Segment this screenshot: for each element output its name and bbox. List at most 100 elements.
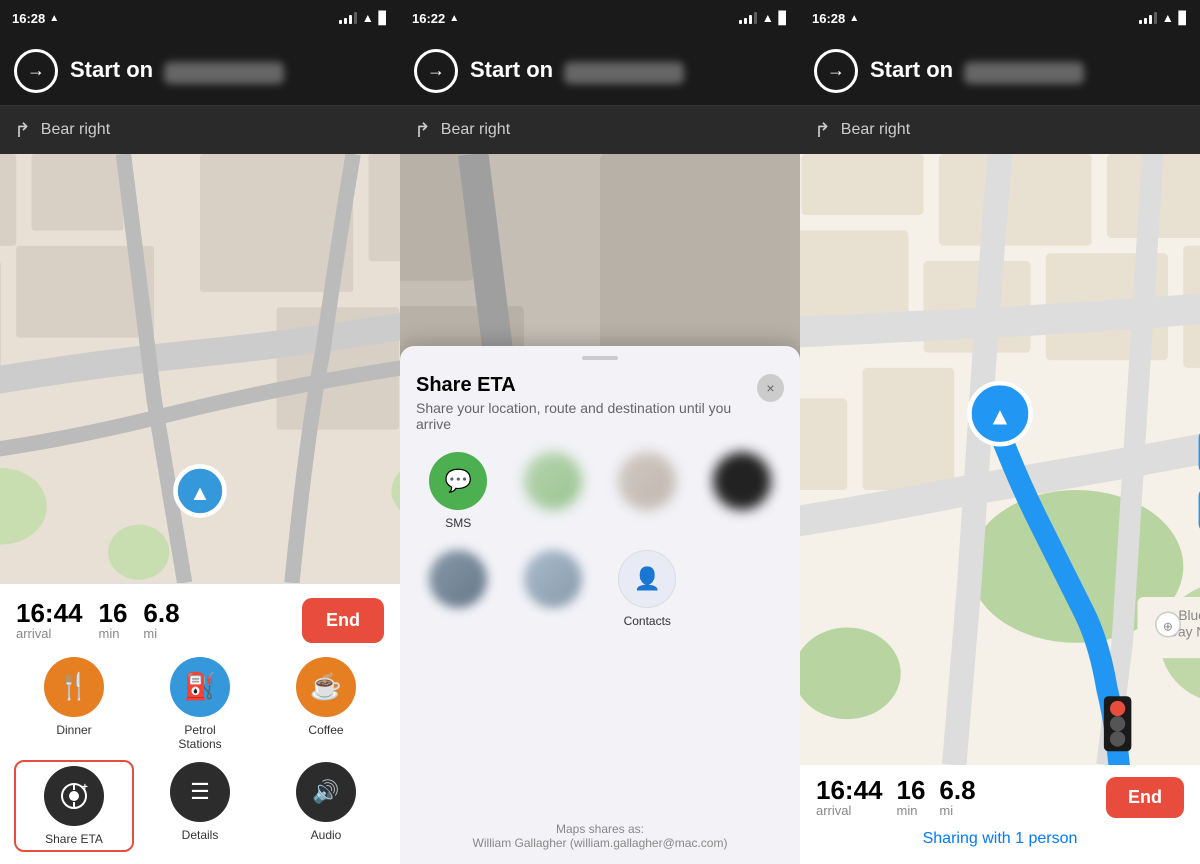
- right-trip-info: 16:44 arrival 16 min 6.8 mi End: [816, 777, 1184, 818]
- nav-icon-2: [414, 49, 458, 93]
- contacts-row-1: 💬 SMS: [400, 442, 800, 540]
- map-svg-1: ▲: [0, 154, 400, 583]
- duration-stat-1: 16 min: [99, 600, 128, 641]
- battery-icon-1: ▊: [379, 11, 388, 25]
- action-dinner-1[interactable]: 🍴 Dinner: [16, 657, 132, 752]
- end-button-1[interactable]: End: [302, 598, 384, 643]
- nav-header-3: Start on: [800, 36, 1200, 106]
- wifi-icon-3: ▲: [1162, 11, 1174, 25]
- distance-stat-1: 6.8 mi: [143, 600, 179, 641]
- bear-right-icon-2: ↱: [414, 118, 431, 143]
- right-distance-stat: 6.8 mi: [939, 777, 975, 818]
- action-petrol-1[interactable]: ⛽ PetrolStations: [142, 657, 258, 752]
- contact-photo-2[interactable]: [511, 550, 596, 628]
- wifi-icon-1: ▲: [362, 11, 374, 25]
- nav-icon-3: [814, 49, 858, 93]
- audio-label-1: Audio: [311, 828, 342, 842]
- bottom-panel-1: 16:44 arrival 16 min 6.8 mi End 🍴 Dinner…: [0, 583, 400, 864]
- contact-blurred-2[interactable]: [605, 452, 690, 530]
- modal-title-group: Share ETA Share your location, route and…: [416, 374, 757, 432]
- nav-icon-1: [14, 49, 58, 93]
- nav-header-1: Start on: [0, 36, 400, 106]
- wifi-icon-2: ▲: [762, 11, 774, 25]
- signal-icon-1: [339, 12, 357, 24]
- arrival-stat-1: 16:44 arrival: [16, 600, 83, 641]
- status-time-3: 16:28 ▲: [812, 11, 859, 26]
- nav-street-2: [564, 62, 684, 84]
- bear-right-icon-1: ↱: [14, 118, 31, 143]
- sms-label: SMS: [445, 516, 471, 530]
- panel-3: 16:28 ▲ ▲ ▊ Start on ↱ Bear right: [800, 0, 1200, 864]
- status-icons-1: ▲ ▊: [339, 11, 388, 25]
- share-eta-icon-1: +: [44, 766, 104, 826]
- contact-photo-1[interactable]: [416, 550, 501, 628]
- contact-contacts[interactable]: 👤 Contacts: [605, 550, 690, 628]
- action-share-eta-1[interactable]: + Share ETA: [16, 762, 132, 850]
- map-area-1: ▲: [0, 154, 400, 583]
- photo-avatar-1: [429, 550, 487, 608]
- right-end-button[interactable]: End: [1106, 777, 1184, 818]
- svg-text:Bluebells: Bluebells: [1178, 608, 1200, 623]
- coffee-icon-1: ☕: [296, 657, 356, 717]
- nav-title-3: Start on: [870, 57, 1084, 84]
- petrol-label-1: PetrolStations: [178, 723, 221, 752]
- nav-title-1: Start on: [70, 57, 284, 84]
- modal-close-button[interactable]: ×: [757, 374, 784, 402]
- svg-text:+: +: [82, 782, 88, 793]
- location-arrow-2: ▲: [449, 13, 459, 24]
- time-display-2: 16:22: [412, 11, 445, 26]
- location-arrow-1: ▲: [49, 13, 59, 24]
- dinner-icon-1: 🍴: [44, 657, 104, 717]
- status-bar-3: 16:28 ▲ ▲ ▊: [800, 0, 1200, 36]
- right-bottom: 16:44 arrival 16 min 6.8 mi End Sharing …: [800, 765, 1200, 864]
- sub-nav-2: ↱ Bear right: [400, 106, 800, 154]
- contact-blurred-1[interactable]: [511, 452, 596, 530]
- footer-text-2: William Gallagher (william.gallagher@mac…: [416, 836, 784, 850]
- sharing-text[interactable]: Sharing with 1 person: [816, 826, 1184, 856]
- panel-1: 16:28 ▲ ▲ ▊ Start on ↱ Bear right: [0, 0, 400, 864]
- action-details-1[interactable]: ☰ Details: [142, 762, 258, 850]
- sms-avatar: 💬: [429, 452, 487, 510]
- svg-text:▲: ▲: [189, 481, 210, 505]
- photo-avatar-2: [524, 550, 582, 608]
- status-bar-2: 16:22 ▲ ▲ ▊: [400, 0, 800, 36]
- signal-icon-3: [1139, 12, 1157, 24]
- dinner-label-1: Dinner: [56, 723, 91, 737]
- contacts-row-2: 👤 Contacts: [400, 540, 800, 638]
- status-time-1: 16:28 ▲: [12, 11, 59, 26]
- modal-header: Share ETA Share your location, route and…: [400, 360, 800, 442]
- svg-text:⊕: ⊕: [1163, 620, 1173, 634]
- contact-dark[interactable]: [700, 452, 785, 530]
- nav-street-1: [164, 62, 284, 84]
- action-grid-1: 🍴 Dinner ⛽ PetrolStations ☕ Coffee: [16, 657, 384, 850]
- action-audio-1[interactable]: 🔊 Audio: [268, 762, 384, 850]
- status-time-2: 16:22 ▲: [412, 11, 459, 26]
- modal-title: Share ETA: [416, 374, 757, 397]
- location-arrow-3: ▲: [849, 13, 859, 24]
- sub-nav-text-2: Bear right: [441, 121, 510, 139]
- share-eta-label-1: Share ETA: [45, 832, 103, 846]
- petrol-icon-1: ⛽: [170, 657, 230, 717]
- sub-nav-1: ↱ Bear right: [0, 106, 400, 154]
- right-map-svg: Bluebells Day Nursery ▲: [800, 154, 1200, 765]
- nav-header-2: Start on: [400, 36, 800, 106]
- contacts-label: Contacts: [624, 614, 671, 628]
- details-icon-1: ☰: [170, 762, 230, 822]
- contact-sms[interactable]: 💬 SMS: [416, 452, 501, 530]
- share-eta-modal: Share ETA Share your location, route and…: [400, 346, 800, 864]
- coffee-label-1: Coffee: [308, 723, 343, 737]
- status-icons-2: ▲ ▊: [739, 11, 788, 25]
- time-display-3: 16:28: [812, 11, 845, 26]
- blurred-avatar-2: [618, 452, 676, 510]
- right-duration-stat: 16 min: [897, 777, 926, 818]
- details-label-1: Details: [182, 828, 219, 842]
- contacts-avatar: 👤: [618, 550, 676, 608]
- sub-nav-text-3: Bear right: [841, 121, 910, 139]
- nav-title-2: Start on: [470, 57, 684, 84]
- modal-subtitle: Share your location, route and destinati…: [416, 400, 757, 432]
- right-map: Bluebells Day Nursery ▲: [800, 154, 1200, 765]
- audio-icon-1: 🔊: [296, 762, 356, 822]
- action-coffee-1[interactable]: ☕ Coffee: [268, 657, 384, 752]
- signal-icon-2: [739, 12, 757, 24]
- bear-right-icon-3: ↱: [814, 118, 831, 143]
